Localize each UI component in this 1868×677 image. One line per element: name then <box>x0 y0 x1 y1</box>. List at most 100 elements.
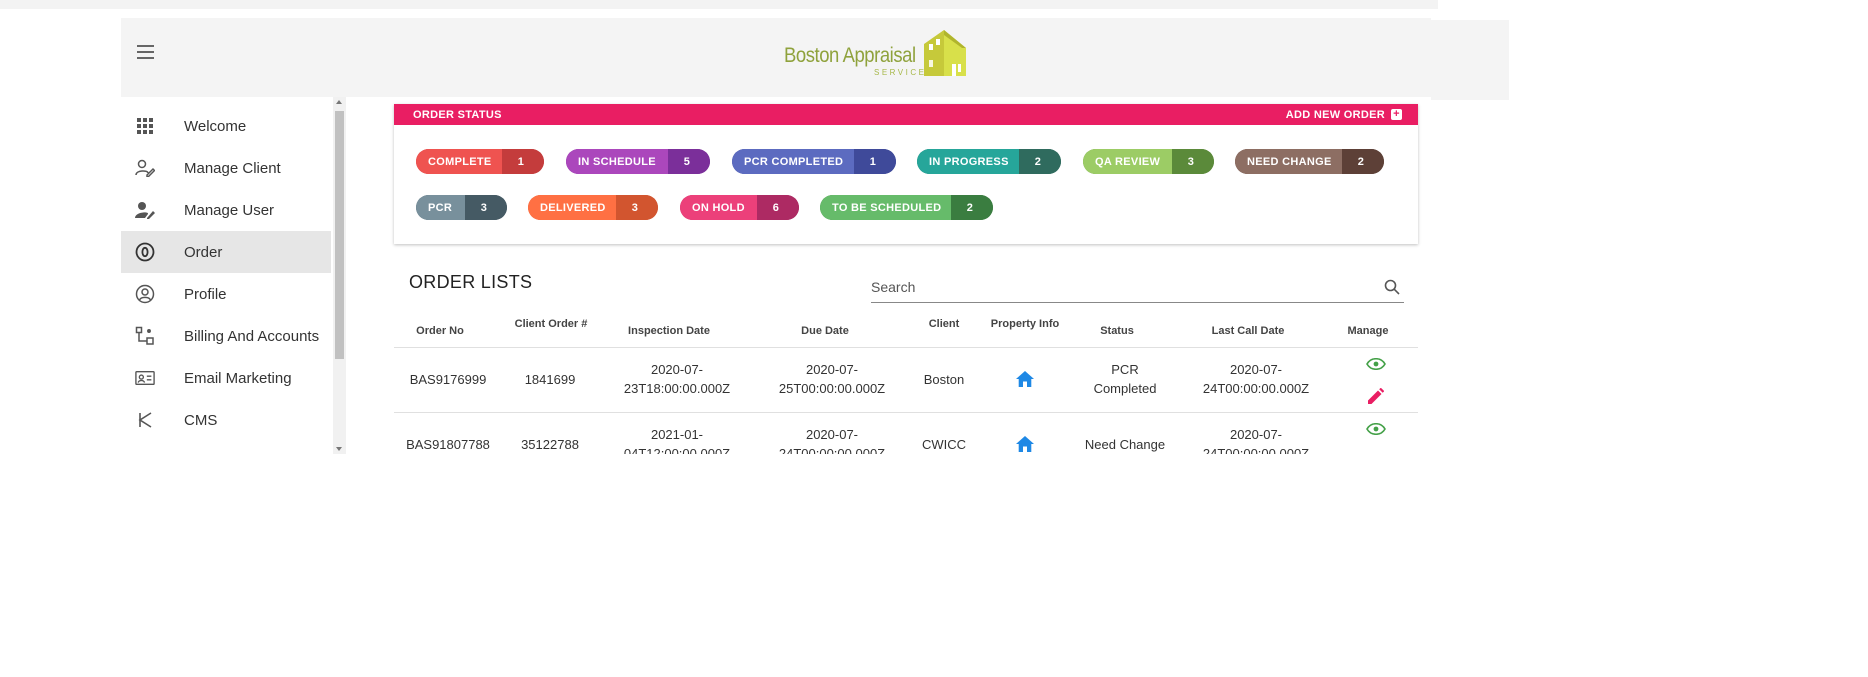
status-pill-label: QA REVIEW <box>1083 149 1172 174</box>
back-arrow-icon <box>135 410 155 430</box>
row-divider <box>394 412 1418 413</box>
status-pill-to-be-scheduled[interactable]: TO BE SCHEDULED 2 <box>820 195 993 220</box>
status-pill-label: PCR COMPLETED <box>732 149 854 174</box>
status-pill-label: IN SCHEDULE <box>566 149 668 174</box>
eye-icon[interactable] <box>1366 423 1386 435</box>
client-order-cell: 35122788 <box>521 437 579 452</box>
status-pill-count: 3 <box>616 195 658 220</box>
column-header-due-date[interactable]: Due Date <box>786 325 864 337</box>
person-edit-filled-icon <box>135 200 155 220</box>
home-icon[interactable] <box>1016 436 1034 452</box>
column-header-last-call-date[interactable]: Last Call Date <box>1206 325 1290 337</box>
due-date-cell: 2020-07- 25T00:00:00.000Z <box>772 360 892 398</box>
status-pill-pcr[interactable]: PCR 3 <box>416 195 507 220</box>
building-logo-icon <box>924 30 966 76</box>
status-pill-delivered[interactable]: DELIVERED 3 <box>528 195 658 220</box>
column-header-client-order[interactable]: Client Order # <box>510 318 592 330</box>
edit-icon[interactable] <box>1368 388 1384 404</box>
inspection-date-cell: 2020-07- 23T18:00:00.000Z <box>617 360 737 398</box>
order-status-header: ORDER STATUS ADD NEW ORDER + <box>394 104 1418 125</box>
search-icon[interactable] <box>1384 279 1400 295</box>
scroll-up-icon[interactable] <box>336 100 342 104</box>
nodes-icon <box>135 326 155 346</box>
sidebar: Welcome Manage Client Manage User Order … <box>121 97 331 454</box>
status-pill-label: ON HOLD <box>680 195 757 220</box>
status-pill-need-change[interactable]: NEED CHANGE 2 <box>1235 149 1384 174</box>
sidebar-item-label: Billing And Accounts <box>184 327 320 345</box>
search-input[interactable] <box>871 274 1361 300</box>
due-date-line: 2020-07- <box>805 427 859 442</box>
search-box[interactable] <box>871 274 1404 303</box>
last-call-date-line: 24T00:00:00.000Z <box>1202 446 1310 454</box>
client-order-cell: 1841699 <box>524 372 576 387</box>
status-pill-label: COMPLETE <box>416 149 502 174</box>
sidebar-item-manage-user[interactable]: Manage User <box>121 189 331 231</box>
status-cell: Need Change <box>1084 437 1166 452</box>
status-pill-in-schedule[interactable]: IN SCHEDULE 5 <box>566 149 710 174</box>
column-header-inspection-date[interactable]: Inspection Date <box>624 325 714 337</box>
status-pill-count: 1 <box>854 149 896 174</box>
status-pill-label: NEED CHANGE <box>1235 149 1342 174</box>
status-pill-in-progress[interactable]: IN PROGRESS 2 <box>917 149 1061 174</box>
inspection-date-line: 23T18:00:00.000Z <box>623 381 731 396</box>
due-date-line: 24T00:00:00.000Z <box>778 446 886 454</box>
circle-zero-icon <box>135 242 155 262</box>
client-cell: CWICC <box>921 437 967 452</box>
status-pill-count: 3 <box>1172 149 1214 174</box>
eye-icon[interactable] <box>1366 358 1386 370</box>
sidebar-item-cms[interactable]: CMS <box>121 399 331 441</box>
order-no-cell[interactable]: BAS91807788 <box>400 435 496 454</box>
last-call-date-line: 24T00:00:00.000Z <box>1202 381 1310 396</box>
status-pill-complete[interactable]: COMPLETE 1 <box>416 149 544 174</box>
status-pill-on-hold[interactable]: ON HOLD 6 <box>680 195 799 220</box>
last-call-date-cell: 2020-07- 24T00:00:00.000Z <box>1196 425 1316 454</box>
column-header-client[interactable]: Client <box>924 318 964 330</box>
sidebar-item-email-marketing[interactable]: Email Marketing <box>121 357 331 399</box>
status-pill-count: 2 <box>951 195 993 220</box>
order-status-card: ORDER STATUS ADD NEW ORDER + COMPLETE 1 IN… <box>394 104 1418 244</box>
apps-grid-icon <box>135 116 155 136</box>
status-pill-count: 5 <box>668 149 710 174</box>
sidebar-item-label: Profile <box>184 285 227 303</box>
status-pill-qa-review[interactable]: QA REVIEW 3 <box>1083 149 1214 174</box>
order-no-cell[interactable]: BAS9176999 <box>400 370 496 389</box>
status-line: Completed <box>1093 381 1157 396</box>
status-line: PCR <box>1111 362 1139 377</box>
sidebar-item-manage-client[interactable]: Manage Client <box>121 147 331 189</box>
inspection-date-line: 2021-01- <box>650 427 704 442</box>
order-lists-card: ORDER LISTS Order No Client Order # Insp… <box>394 249 1418 454</box>
scroll-thumb[interactable] <box>335 111 344 359</box>
status-pill-count: 3 <box>465 195 507 220</box>
column-header-property-info[interactable]: Property Info <box>989 318 1061 330</box>
last-call-date-cell: 2020-07- 24T00:00:00.000Z <box>1196 360 1316 398</box>
add-new-order-button[interactable]: ADD NEW ORDER + <box>1286 109 1402 121</box>
sidebar-item-label: Order <box>184 243 223 261</box>
home-icon[interactable] <box>1016 371 1034 387</box>
scroll-down-icon[interactable] <box>336 447 342 451</box>
row-divider <box>394 347 1418 348</box>
status-pill-label: DELIVERED <box>528 195 616 220</box>
last-call-date-line: 2020-07- <box>1229 362 1283 377</box>
logo[interactable]: Boston Appraisal SERVICES <box>784 30 974 78</box>
status-pill-label: IN PROGRESS <box>917 149 1019 174</box>
column-header-status[interactable]: Status <box>1094 325 1140 337</box>
top-strip <box>0 0 1438 9</box>
status-pill-count: 1 <box>502 149 544 174</box>
order-lists-title: ORDER LISTS <box>409 272 533 292</box>
sidebar-item-order[interactable]: Order <box>121 231 331 273</box>
column-header-manage: Manage <box>1347 325 1389 337</box>
sidebar-item-billing[interactable]: Billing And Accounts <box>121 315 331 357</box>
sidebar-item-welcome[interactable]: Welcome <box>121 105 331 147</box>
due-date-cell: 2020-07- 24T00:00:00.000Z <box>772 425 892 454</box>
person-edit-icon <box>135 158 155 178</box>
last-call-date-line: 2020-07- <box>1229 427 1283 442</box>
column-header-order-no[interactable]: Order No <box>409 325 471 337</box>
menu-icon[interactable] <box>137 45 154 59</box>
sidebar-item-label: CMS <box>184 411 218 429</box>
contact-card-icon <box>135 368 155 388</box>
sidebar-item-profile[interactable]: Profile <box>121 273 331 315</box>
sidebar-item-label: Welcome <box>184 117 247 135</box>
add-icon: + <box>1391 109 1402 120</box>
sidebar-scrollbar[interactable] <box>333 97 346 454</box>
status-pill-pcr-completed[interactable]: PCR COMPLETED 1 <box>732 149 896 174</box>
